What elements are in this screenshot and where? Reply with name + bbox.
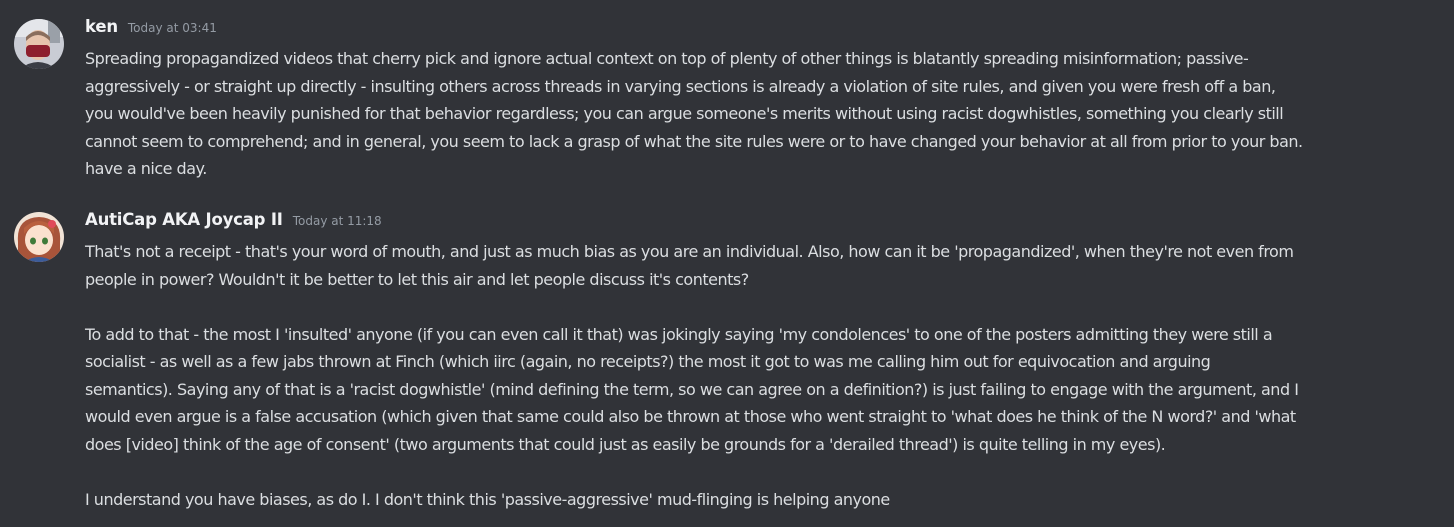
message-header: AutiCap AKA Joycap II Today at 11:18 [85,210,382,238]
masked-man-avatar-icon [14,19,64,69]
message-line: people in power? Wouldn't it be better t… [85,269,749,289]
timestamp: Today at 03:41 [127,21,217,35]
message-line: you would've been heavily punished for t… [85,104,1284,123]
message-line: That's not a receipt - that's your word … [85,242,1294,261]
timestamp: Today at 11:18 [292,214,382,228]
message-line: semantics). Saying any of that is a 'rac… [85,379,1299,399]
message-line: aggressively - or straight up directly -… [85,76,1276,96]
username[interactable]: ken [85,17,118,36]
message-line: I understand you have biases, as do I. I… [85,489,890,509]
message-line: does [video] think of the age of consent… [85,434,1166,454]
user-avatar-icon[interactable] [14,212,64,262]
username[interactable]: AutiCap AKA Joycap II [85,210,283,229]
chat-messages: ken Today at 03:41 Spreading propagandiz… [0,0,1454,527]
anime-girl-avatar-icon [14,212,64,262]
message-line: Spreading propagandized videos that cher… [85,49,1249,68]
message-content: That's not a receipt - that's your word … [85,238,1445,513]
user-avatar-icon[interactable] [14,19,64,69]
message-line: have a nice day. [85,159,207,178]
message-line: socialist - as well as a few jabs thrown… [85,352,1211,371]
message-line: cannot seem to comprehend; and in genera… [85,131,1303,151]
message-line: To add to that - the most I 'insulted' a… [85,324,1273,344]
message-header: ken Today at 03:41 [85,17,217,45]
message-content: Spreading propagandized videos that cher… [85,45,1445,183]
message-line: would even argue is a false accusation (… [85,407,1296,426]
